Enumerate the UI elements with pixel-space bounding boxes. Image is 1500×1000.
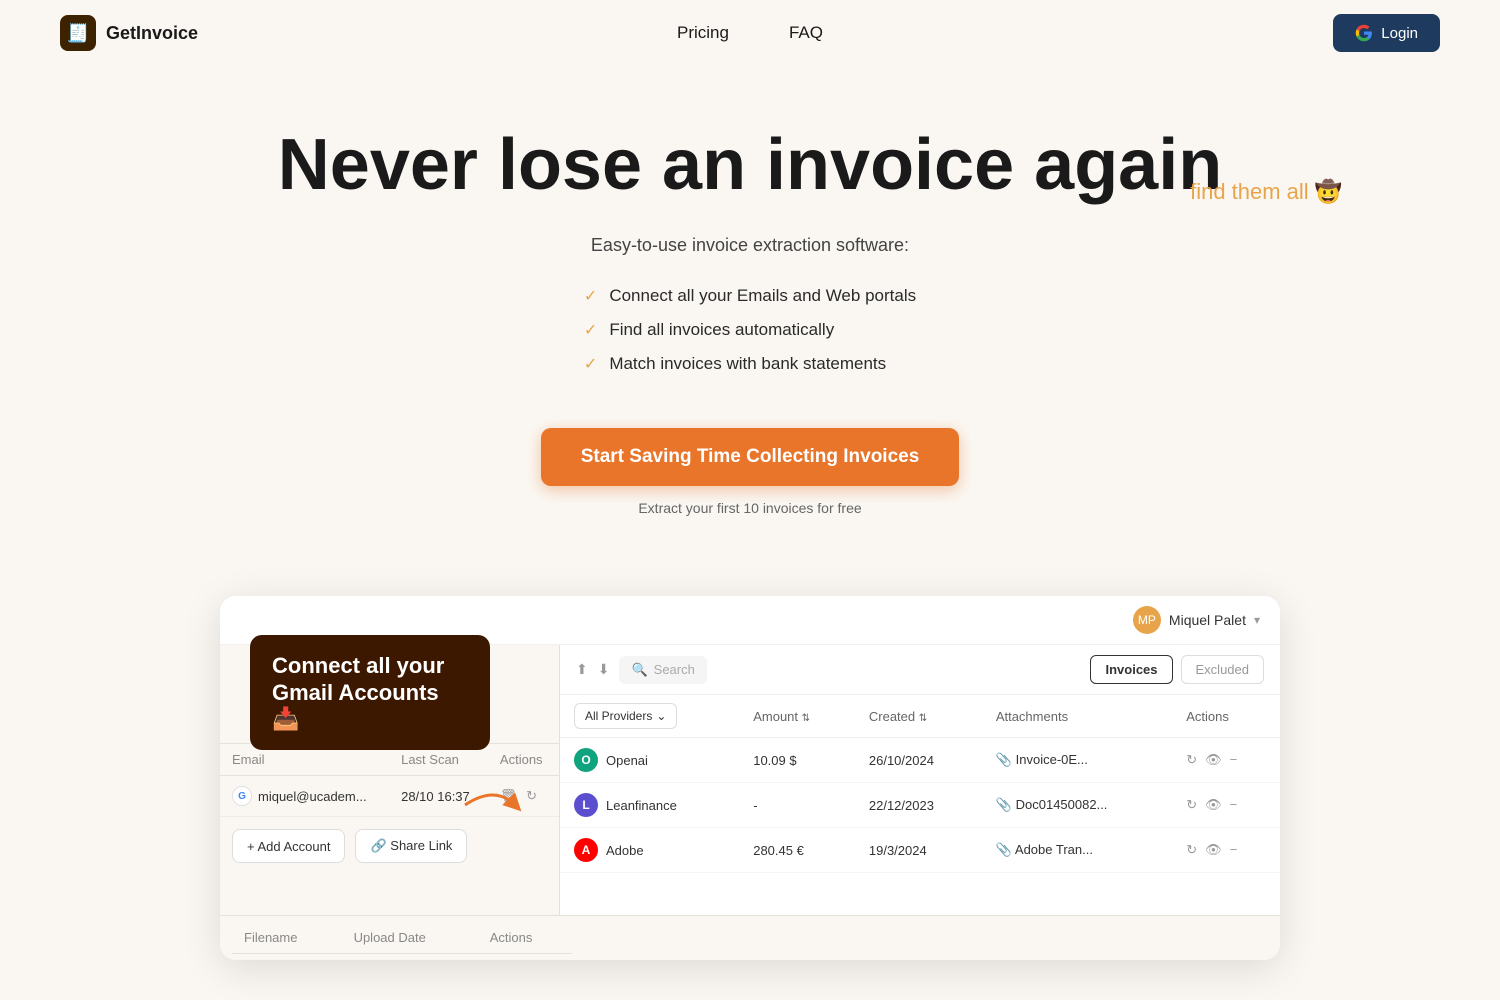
user-avatar: MP <box>1133 606 1161 634</box>
chevron-down-icon: ▾ <box>1254 613 1260 627</box>
excluded-filter-button[interactable]: Excluded <box>1181 655 1264 684</box>
search-box[interactable]: 🔍 Search <box>619 656 706 684</box>
adobe-icon: A <box>574 838 598 862</box>
check-icon-2: ✓ <box>584 320 597 340</box>
upload-icon: ⬆ <box>576 661 588 678</box>
logo-icon: 🧾 <box>60 15 96 51</box>
col-created: Created ⇅ <box>855 695 982 738</box>
google-mini-icon: G <box>232 786 252 806</box>
cta-subtitle: Extract your first 10 invoices for free <box>20 500 1480 516</box>
file-col-upload: Upload Date <box>342 922 478 954</box>
view-icon[interactable]: 👁 <box>1205 797 1222 813</box>
attachment-cell: 📎 Adobe Tran... <box>982 828 1172 873</box>
navbar: 🧾 GetInvoice Pricing FAQ Login <box>0 0 1500 66</box>
left-panel: Connect all your Gmail Accounts 📥 Email … <box>220 645 560 915</box>
row-actions: ↻ 👁 − <box>1172 828 1280 873</box>
view-icon[interactable]: 👁 <box>1205 842 1222 858</box>
nav-links: Pricing FAQ <box>677 23 823 43</box>
minus-icon[interactable]: − <box>1230 842 1238 858</box>
sync-icon[interactable]: ↻ <box>1186 752 1197 768</box>
leanfinance-icon: L <box>574 793 598 817</box>
pricing-link[interactable]: Pricing <box>677 23 729 43</box>
col-actions: Actions <box>1172 695 1280 738</box>
all-providers-button[interactable]: All Providers ⌄ <box>574 703 677 729</box>
row-actions: ↻ 👁 − <box>1172 738 1280 783</box>
hero-tagline: find them all 🤠 <box>1190 179 1342 205</box>
file-col-actions: Actions <box>478 922 572 954</box>
check-icon-1: ✓ <box>584 286 597 306</box>
faq-link[interactable]: FAQ <box>789 23 823 43</box>
logo-text: GetInvoice <box>106 23 198 44</box>
share-link-button[interactable]: 🔗 Share Link <box>355 829 467 863</box>
gmail-tooltip: Connect all your Gmail Accounts 📥 <box>250 635 490 750</box>
feature-3: ✓ Match invoices with bank statements <box>584 354 916 374</box>
invoice-row-leanfinance: L Leanfinance - 22/12/2023 📎 Doc01450082… <box>560 783 1280 828</box>
cta-button[interactable]: Start Saving Time Collecting Invoices <box>541 428 960 486</box>
provider-cell: L Leanfinance <box>560 783 739 828</box>
download-icon: ⬇ <box>598 661 610 678</box>
minus-icon[interactable]: − <box>1230 752 1238 768</box>
screenshot-body: Connect all your Gmail Accounts 📥 Email … <box>220 645 1280 915</box>
feature-2: ✓ Find all invoices automatically <box>584 320 916 340</box>
feature-1: ✓ Connect all your Emails and Web portal… <box>584 286 916 306</box>
arrow-icon <box>455 765 535 845</box>
file-table: Filename Upload Date Actions <box>232 922 572 954</box>
attachment-icon: 📎 <box>996 752 1012 767</box>
logo: 🧾 GetInvoice <box>60 15 198 51</box>
invoices-filter-button[interactable]: Invoices <box>1090 655 1172 684</box>
user-info: MP Miquel Palet ▾ <box>1133 606 1260 634</box>
view-icon[interactable]: 👁 <box>1205 752 1222 768</box>
check-icon-3: ✓ <box>584 354 597 374</box>
provider-cell: A Adobe <box>560 828 739 873</box>
search-placeholder: Search <box>654 662 695 677</box>
row-actions: ↻ 👁 − <box>1172 783 1280 828</box>
user-name: Miquel Palet <box>1169 612 1246 628</box>
col-provider: All Providers ⌄ <box>560 695 739 738</box>
bottom-panel: Filename Upload Date Actions <box>220 915 1280 960</box>
email-cell: G miquel@ucadem... <box>220 776 389 817</box>
sync-icon[interactable]: ↻ <box>1186 797 1197 813</box>
provider-cell: O Openai <box>560 738 739 783</box>
add-account-button[interactable]: + Add Account <box>232 829 345 863</box>
minus-icon[interactable]: − <box>1230 797 1238 813</box>
chevron-icon: ⌄ <box>656 709 666 723</box>
col-amount: Amount ⇅ <box>739 695 855 738</box>
col-attachments: Attachments <box>982 695 1172 738</box>
openai-icon: O <box>574 748 598 772</box>
attachment-cell: 📎 Invoice-0E... <box>982 738 1172 783</box>
google-icon <box>1355 24 1373 42</box>
file-col-filename: Filename <box>232 922 342 954</box>
sync-icon[interactable]: ↻ <box>1186 842 1197 858</box>
attachment-icon: 📎 <box>996 842 1012 857</box>
attachment-cell: 📎 Doc01450082... <box>982 783 1172 828</box>
login-button[interactable]: Login <box>1333 14 1440 52</box>
features-list: ✓ Connect all your Emails and Web portal… <box>584 286 916 388</box>
invoices-table: All Providers ⌄ Amount ⇅ Created ⇅ Attac… <box>560 695 1280 873</box>
app-screenshot: MP Miquel Palet ▾ Connect all your Gmail… <box>220 596 1280 960</box>
search-icon: 🔍 <box>631 662 647 678</box>
hero-title: Never lose an invoice again <box>278 126 1222 205</box>
login-label: Login <box>1381 25 1418 42</box>
invoice-row-adobe: A Adobe 280.45 € 19/3/2024 📎 Adobe Tran.… <box>560 828 1280 873</box>
invoice-row-openai: O Openai 10.09 $ 26/10/2024 📎 Invoice-0E… <box>560 738 1280 783</box>
attachment-icon: 📎 <box>996 797 1012 812</box>
right-panel: ⬆ ⬇ 🔍 Search Invoices Excluded <box>560 645 1280 915</box>
cta-section: Start Saving Time Collecting Invoices Ex… <box>20 428 1480 516</box>
hero-subtitle: Easy-to-use invoice extraction software: <box>20 235 1480 256</box>
hero-section: Never lose an invoice again find them al… <box>0 66 1500 556</box>
